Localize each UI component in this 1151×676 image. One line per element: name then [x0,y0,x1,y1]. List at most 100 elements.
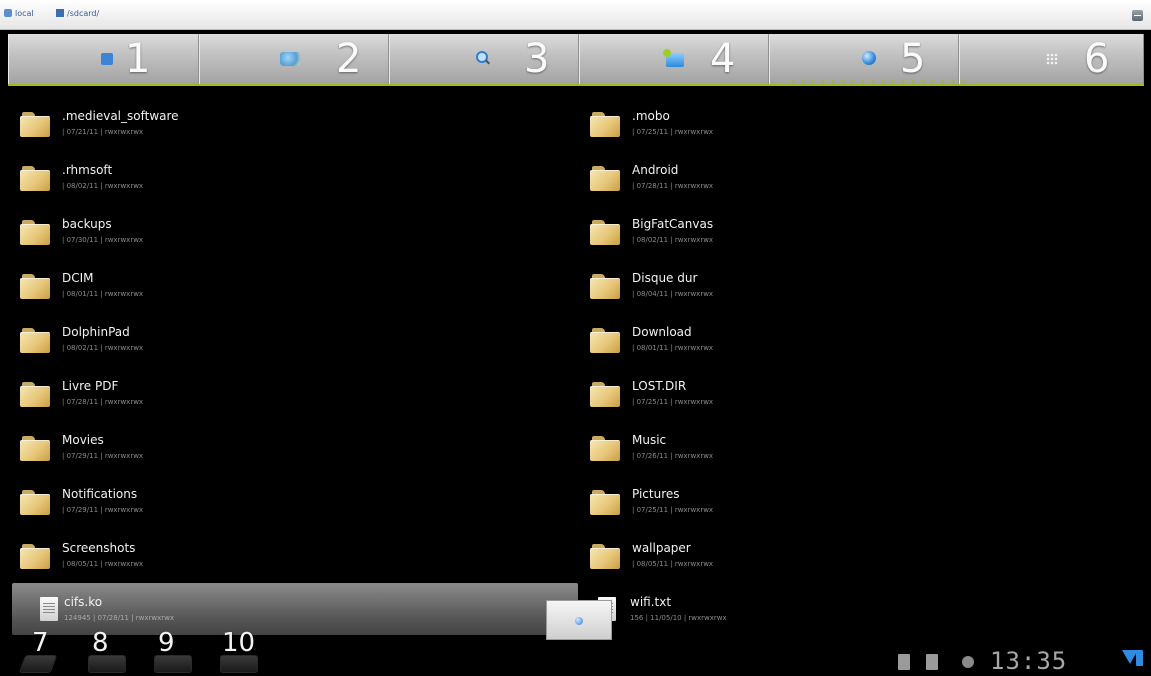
list-item[interactable]: Download | 08/01/11 | rwxrwxrwx [590,324,1130,370]
file-meta: | 07/28/11 | rwxrwxrwx [62,398,144,406]
file-meta: | 07/25/11 | rwxrwxrwx [632,506,714,514]
file-meta: | 08/05/11 | rwxrwxrwx [62,560,144,568]
list-item[interactable]: backups | 07/30/11 | rwxrwxrwx [20,216,560,262]
tab-number: 3 [524,36,550,82]
list-item[interactable]: DCIM | 08/01/11 | rwxrwxrwx [20,270,560,316]
folder-icon [590,274,620,299]
list-item[interactable]: Android | 07/28/11 | rwxrwxrwx [590,162,1130,208]
folder-icon [663,49,684,67]
folder-icon [56,9,64,17]
home-icon[interactable] [88,655,126,673]
list-item[interactable]: LOST.DIR | 07/25/11 | rwxrwxrwx [590,378,1130,424]
tab-3[interactable]: 3 [389,34,579,84]
folder-icon [590,490,620,515]
file-meta: | 07/29/11 | rwxrwxrwx [62,452,144,460]
search-icon [476,51,490,65]
file-meta: | 08/02/11 | rwxrwxrwx [632,236,714,244]
file-meta: | 07/25/11 | rwxrwxrwx [632,398,714,406]
tab-number: 1 [125,36,151,82]
file-meta: | 08/01/11 | rwxrwxrwx [632,344,714,352]
list-item[interactable]: DolphinPad | 08/02/11 | rwxrwxrwx [20,324,560,370]
file-meta: | 08/02/11 | rwxrwxrwx [62,182,144,190]
address-local[interactable]: local [4,9,34,19]
list-item[interactable]: Livre PDF | 07/28/11 | rwxrwxrwx [20,378,560,424]
list-item[interactable]: .rhmsoft | 08/02/11 | rwxrwxrwx [20,162,560,208]
nav-number: 9 [158,628,175,658]
file-name: wallpaper [632,541,691,555]
folder-icon [20,274,50,299]
folder-icon [20,166,50,191]
file-name: .medieval_software [62,109,179,123]
globe-icon [862,51,876,65]
address-path-label: /sdcard/ [67,9,100,18]
file-meta: | 08/04/11 | rwxrwxrwx [632,290,714,298]
file-name: Movies [62,433,104,447]
notification-dot-icon[interactable] [962,656,974,668]
file-name: BigFatCanvas [632,217,714,231]
collapse-icon[interactable] [1132,10,1143,21]
folder-icon [20,382,50,407]
list-item[interactable]: .mobo | 07/25/11 | rwxrwxrwx [590,108,1130,154]
address-local-label: local [15,9,34,18]
address-bar: local /sdcard/ [0,0,1151,30]
list-item[interactable]: Pictures | 07/25/11 | rwxrwxrwx [590,486,1130,532]
list-item[interactable]: Notifications | 07/29/11 | rwxrwxrwx [20,486,560,532]
address-path[interactable]: /sdcard/ [56,9,99,19]
tab-4[interactable]: 4 [579,34,769,84]
file-meta: | 07/29/11 | rwxrwxrwx [62,506,144,514]
tab-2[interactable]: 2 [199,34,389,84]
file-meta: | 08/01/11 | rwxrwxrwx [62,290,144,298]
menu-icon[interactable] [220,655,258,673]
file-name: Livre PDF [62,379,119,393]
file-name: Music [632,433,667,447]
folder-icon [20,328,50,353]
grid-icon [1046,53,1058,65]
file-name: backups [62,217,112,231]
file-meta: | 07/30/11 | rwxrwxrwx [62,236,144,244]
folder-icon [590,112,620,137]
file-meta: | 08/05/11 | rwxrwxrwx [632,560,714,568]
file-name: LOST.DIR [632,379,687,393]
list-item[interactable]: wallpaper | 08/05/11 | rwxrwxrwx [590,540,1130,586]
folder-icon [590,382,620,407]
file-meta: | 07/26/11 | rwxrwxrwx [632,452,714,460]
file-name: Android [632,163,679,177]
list-item[interactable]: Movies | 07/29/11 | rwxrwxrwx [20,432,560,478]
status-clock[interactable]: 13:35 [990,647,1067,675]
folder-icon [590,220,620,245]
folder-icon [20,220,50,245]
back-icon[interactable] [18,655,58,673]
file-name: .rhmsoft [62,163,113,177]
battery-icon [1136,650,1143,666]
file-meta: | 07/28/11 | rwxrwxrwx [632,182,714,190]
file-meta: | 07/21/11 | rwxrwxrwx [62,128,144,136]
list-item[interactable]: Disque dur | 08/04/11 | rwxrwxrwx [590,270,1130,316]
file-icon [40,597,58,621]
list-item[interactable]: .medieval_software | 07/21/11 | rwxrwxrw… [20,108,560,154]
folder-icon [590,544,620,569]
list-item[interactable]: Screenshots | 08/05/11 | rwxrwxrwx [20,540,560,586]
recent-apps-icon[interactable] [154,655,192,673]
file-name: DCIM [62,271,94,285]
list-item[interactable]: Music | 07/26/11 | rwxrwxrwx [590,432,1130,478]
tab-1[interactable]: 1 [8,34,199,84]
notification-icon[interactable] [898,654,910,670]
tab-bar: 1 2 3 4 5 6 [8,34,1144,86]
popup-button[interactable] [546,600,612,640]
square-icon [101,53,113,65]
list-item[interactable]: wifi.txt 156 | 11/05/10 | rwxrwxrwx [598,594,1138,640]
tab-5[interactable]: 5 [769,34,959,84]
tab-6[interactable]: 6 [959,34,1144,84]
list-item-selected[interactable]: cifs.ko 124945 | 07/28/11 | rwxrwxrwx [40,594,580,640]
tab-number: 2 [336,36,362,82]
file-meta: | 07/25/11 | rwxrwxrwx [632,128,714,136]
tab-indicator [788,80,968,82]
file-name: Download [632,325,692,339]
file-name: Pictures [632,487,680,501]
notification-icon[interactable] [926,654,938,670]
folder-icon [20,112,50,137]
file-meta: | 08/02/11 | rwxrwxrwx [62,344,144,352]
photo-icon [280,52,300,66]
list-item[interactable]: BigFatCanvas | 08/02/11 | rwxrwxrwx [590,216,1130,262]
nav-number: 7 [32,628,49,658]
